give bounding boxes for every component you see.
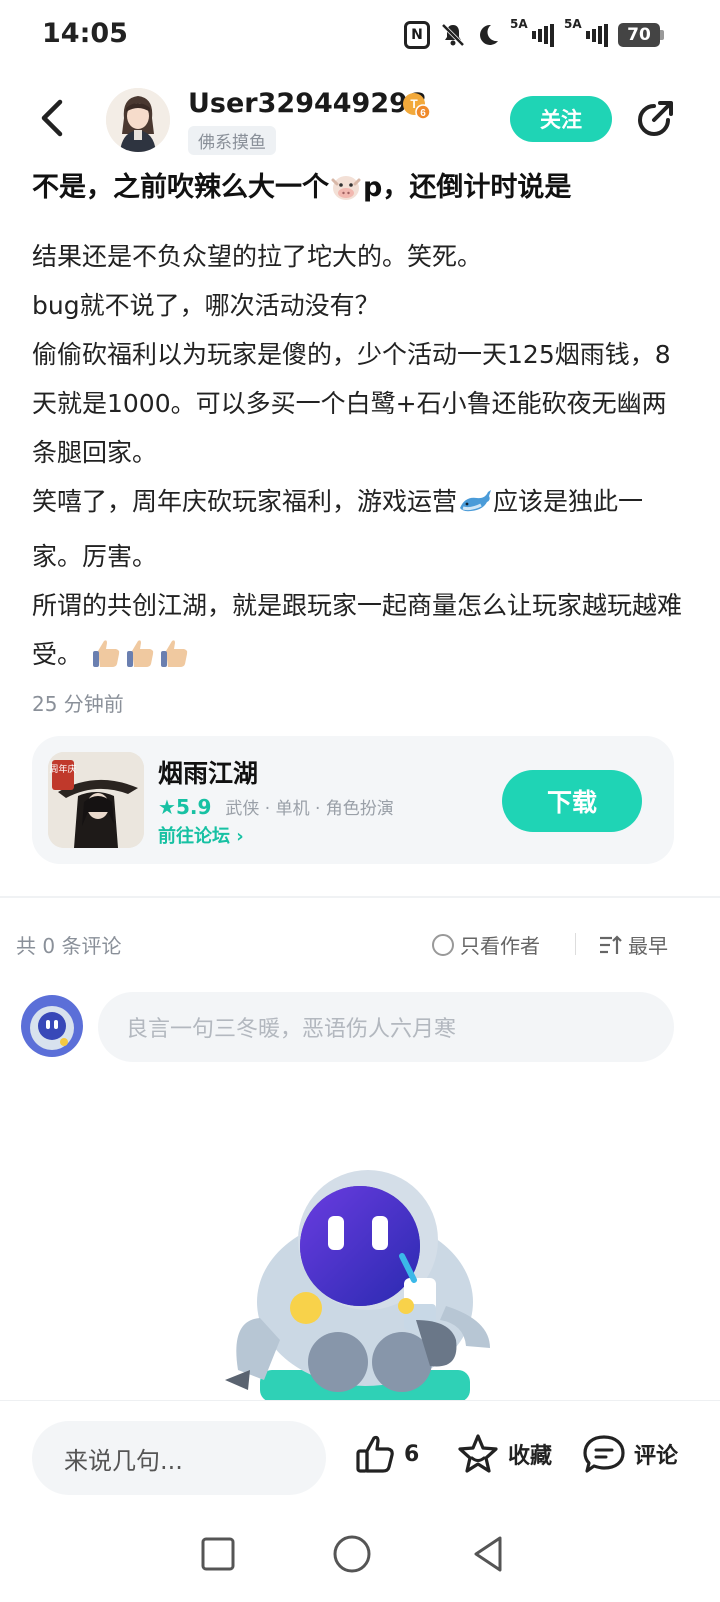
do-not-disturb-moon-icon [476, 21, 500, 49]
section-divider [0, 896, 720, 898]
battery-level: 70 [618, 23, 660, 47]
home-button[interactable] [330, 1532, 374, 1576]
chevron-right-icon: › [236, 826, 244, 847]
post-paragraph-start: 笑嘻了，周年庆砍玩家福利，游戏运营 [32, 487, 458, 516]
post-body: 结果还是不负众望的拉了坨大的。笑死。 bug就不说了，哪次活动没有？ 偷偷砍福利… [32, 232, 682, 685]
like-button[interactable]: 6 [354, 1433, 419, 1475]
chevron-left-icon [41, 99, 63, 137]
signal-icon-sim1: 5A [510, 17, 554, 49]
star-icon [458, 1434, 498, 1473]
chat-bubble-icon [583, 1435, 625, 1473]
status-time: 14:05 [42, 18, 128, 49]
post-timestamp: 25 分钟前 [32, 692, 124, 716]
sort-icon [600, 934, 622, 954]
user-tag: 佛系摸鱼 [188, 126, 276, 155]
post-paragraph: 结果还是不负众望的拉了坨大的。笑死。 [32, 242, 483, 271]
circle-icon [333, 1535, 371, 1573]
game-rating: ★5.9 [158, 794, 212, 819]
post-paragraph: 所谓的共创江湖，就是跟玩家一起商量怎么让玩家越玩越难受。 [32, 581, 682, 685]
whale-emoji-icon [457, 483, 493, 532]
post-title-text-start: 不是，之前吹辣么大一个 [32, 172, 329, 203]
sim1-label: 5A [510, 17, 528, 31]
radio-circle-icon [432, 933, 454, 956]
follow-button[interactable]: 关注 [510, 96, 612, 142]
mute-icon [440, 21, 466, 49]
thumbs-up-icon [356, 1435, 394, 1473]
system-nav-bar [0, 1512, 720, 1602]
back-button[interactable] [30, 96, 74, 140]
download-button[interactable]: 下载 [502, 770, 642, 832]
game-cover-image: 周年庆 [48, 752, 144, 848]
game-cover-text: 周年庆 [49, 763, 76, 775]
game-tags: 武侠 · 单机 · 角色扮演 [225, 799, 394, 819]
signal-icon-sim2: 5A [564, 17, 608, 49]
sort-earliest-button[interactable]: 最早 [598, 930, 668, 959]
forum-link[interactable]: 前往论坛 › [158, 822, 244, 848]
divider-vertical [575, 933, 576, 955]
recents-button[interactable] [196, 1532, 240, 1576]
game-meta: ★5.9 武侠 · 单机 · 角色扮演 [158, 794, 394, 820]
square-icon [201, 1537, 235, 1571]
author-only-toggle[interactable]: 只看作者 [432, 930, 540, 959]
status-bar: 14:05 N 5A 5A 70 [0, 0, 720, 72]
post-paragraph: bug就不说了，哪次活动没有？ [32, 291, 380, 320]
thumbs-up-emoji-icon [124, 636, 158, 685]
post-title: 不是，之前吹辣么大一个 p，还倒计时说是 [32, 168, 692, 214]
empty-state-mascot-illustration [220, 1170, 510, 1402]
post-header: User329449298 T 6 佛系摸鱼 关注 [0, 80, 720, 160]
my-avatar [20, 994, 84, 1058]
thumbs-up-emoji-icon [90, 636, 124, 685]
nav-back-button[interactable] [466, 1532, 510, 1576]
author-avatar[interactable] [106, 88, 170, 152]
triangle-back-icon [474, 1536, 502, 1572]
comment-input[interactable]: 良言一句三冬暖，恶语伤人六月寒 [98, 992, 674, 1062]
cow-emoji-icon [329, 172, 363, 214]
share-icon [638, 101, 673, 136]
post-paragraph: 笑嘻了，周年庆砍玩家福利，游戏运营 应该是独此一家。厉害。 [32, 477, 682, 581]
battery-icon: 70 [618, 21, 664, 49]
share-button[interactable] [632, 98, 676, 142]
bottom-action-bar: 来说几句... 6 收藏 评论 [0, 1400, 720, 1512]
thumbs-up-emoji-icon [158, 636, 192, 685]
like-count: 6 [404, 1441, 420, 1467]
game-name: 烟雨江湖 [158, 759, 259, 788]
quick-comment-input[interactable]: 来说几句... [32, 1421, 326, 1495]
level-badge: T 6 [402, 92, 431, 120]
post-title-text-end: p，还倒计时说是 [363, 172, 572, 203]
nfc-icon: N [404, 21, 430, 49]
level-number: 6 [420, 108, 426, 119]
author-username[interactable]: User329449298 [188, 88, 427, 119]
game-card[interactable]: 周年庆 烟雨江湖 ★5.9 武侠 · 单机 · 角色扮演 前往论坛 › 下载 [32, 736, 674, 864]
comment-button[interactable]: 评论 [582, 1433, 678, 1475]
post-paragraph: 偷偷砍福利以为玩家是傻的，少个活动一天125烟雨钱，8天就是1000。可以多买一… [32, 340, 671, 467]
favorite-button[interactable]: 收藏 [456, 1433, 552, 1475]
sim2-label: 5A [564, 17, 582, 31]
status-icons: N 5A 5A 70 [404, 17, 664, 50]
comment-count: 共 0 条评论 [16, 934, 122, 958]
